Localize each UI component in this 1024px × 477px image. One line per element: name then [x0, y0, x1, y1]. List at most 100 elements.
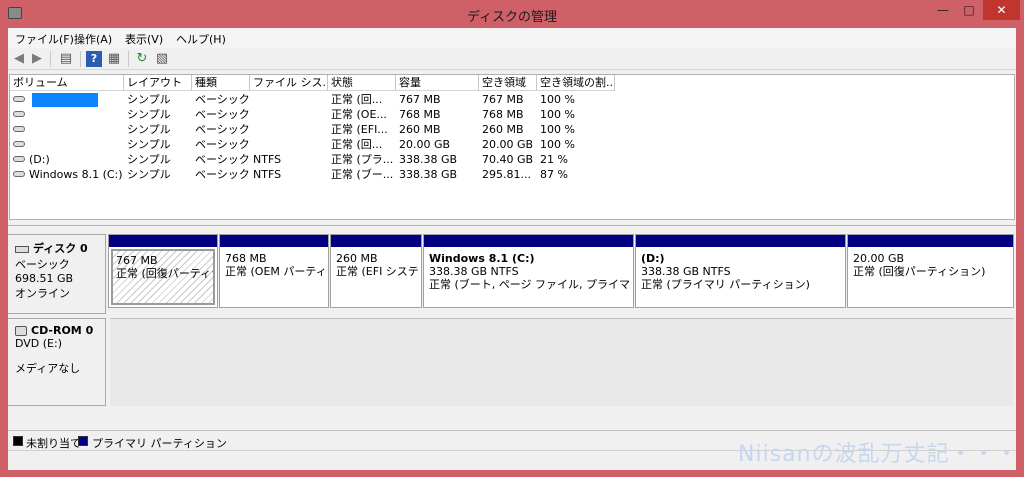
- back-arrow-icon[interactable]: ◀: [11, 51, 27, 67]
- partition-d-drive[interactable]: (D:) 338.38 GB NTFS 正常 (プライマリ パーティション): [635, 234, 846, 308]
- properties-icon[interactable]: ▦: [106, 51, 122, 67]
- volume-capacity: 767 MB: [399, 93, 441, 106]
- volume-filesystem: NTFS: [253, 168, 282, 181]
- volume-type: ベーシック: [195, 123, 250, 136]
- title-bar: ディスクの管理 — □ ✕: [0, 0, 1024, 28]
- primary-partition-bar: [848, 235, 1013, 247]
- volume-name[interactable]: [26, 107, 124, 122]
- cdrom-0-label[interactable]: CD-ROM 0 DVD (E:) メディアなし: [8, 318, 106, 406]
- partition-recovery-2[interactable]: 20.00 GB 正常 (回復パーティション): [847, 234, 1014, 308]
- partition-status: 正常 (回復パーティション): [116, 267, 213, 280]
- unallocated-legend-label: 未割り当て: [26, 437, 81, 450]
- watermark-text: Niisanの波乱万丈記・・・: [738, 442, 1019, 467]
- volume-layout: シンプル: [127, 93, 171, 106]
- column-header-layout[interactable]: レイアウト: [124, 75, 192, 91]
- partition-c-drive[interactable]: Windows 8.1 (C:) 338.38 GB NTFS 正常 (ブート,…: [423, 234, 634, 308]
- partition-status: 正常 (プライマリ パーティション): [641, 278, 810, 291]
- menu-bar: ファイル(F) 操作(A) 表示(V) ヘルプ(H): [8, 28, 1016, 48]
- pane-splitter[interactable]: [8, 220, 1016, 226]
- menu-file[interactable]: ファイル(F): [15, 31, 74, 47]
- volume-name[interactable]: [26, 92, 124, 107]
- volume-layout: シンプル: [127, 123, 171, 136]
- disk-0-name: ディスク 0: [33, 242, 88, 255]
- refresh-icon[interactable]: ↻: [134, 51, 150, 67]
- menu-action[interactable]: 操作(A): [74, 31, 112, 47]
- maximize-button[interactable]: □: [956, 0, 982, 20]
- partition-oem[interactable]: 768 MB 正常 (OEM パーティション): [219, 234, 329, 308]
- partition-size: 20.00 GB: [853, 252, 905, 265]
- volume-free: 260 MB: [482, 123, 524, 136]
- column-header-filesystem[interactable]: ファイル シス...: [250, 75, 328, 91]
- unallocated-legend-swatch: [13, 436, 23, 446]
- volume-filesystem: NTFS: [253, 153, 282, 166]
- window-title: ディスクの管理: [466, 10, 558, 25]
- hard-disk-icon: [15, 245, 29, 253]
- volume-status: 正常 (OE...: [331, 108, 387, 121]
- column-header-free[interactable]: 空き領域: [479, 75, 537, 91]
- console-tree-icon[interactable]: ▤: [58, 51, 74, 67]
- partition-label: Windows 8.1 (C:): [429, 252, 535, 265]
- volume-type: ベーシック: [195, 168, 250, 181]
- column-header-type[interactable]: 種類: [192, 75, 250, 91]
- volume-percent-free: 100 %: [540, 108, 575, 121]
- close-button[interactable]: ✕: [983, 0, 1020, 20]
- volume-percent-free: 100 %: [540, 123, 575, 136]
- volume-status: 正常 (プラ...: [331, 153, 394, 166]
- volume-name[interactable]: [26, 137, 124, 152]
- volume-status: 正常 (回...: [331, 93, 383, 106]
- volume-free: 70.40 GB: [482, 153, 534, 166]
- volume-status: 正常 (ブー...: [331, 168, 394, 181]
- partition-info: 260 MB 正常 (EFI システム パーティション): [333, 249, 419, 305]
- disk-0-status: オンライン: [15, 287, 70, 300]
- disk-0-name-row: ディスク 0: [15, 240, 105, 256]
- volume-status: 正常 (EFI...: [331, 123, 388, 136]
- cdrom-0-media-area: [110, 318, 1014, 406]
- volume-capacity: 260 MB: [399, 123, 441, 136]
- volume-name[interactable]: [26, 122, 124, 137]
- volume-icon: [13, 141, 25, 147]
- volume-icon: [13, 126, 25, 132]
- partition-status: 正常 (ブート, ページ ファイル, プライマリ パーティション): [429, 278, 631, 291]
- help-icon[interactable]: ?: [86, 51, 102, 67]
- volume-name[interactable]: (D:): [26, 152, 124, 167]
- partition-size: 338.38 GB NTFS: [641, 265, 731, 278]
- menu-help[interactable]: ヘルプ(H): [176, 31, 226, 47]
- toolbar: ◀ ▶ ▤ ? ▦ ↻ ▧: [8, 48, 1016, 70]
- volume-type: ベーシック: [195, 153, 250, 166]
- volume-capacity: 768 MB: [399, 108, 441, 121]
- volume-icon: [13, 156, 25, 162]
- toolbar-separator: [50, 51, 51, 67]
- volume-icon: [13, 96, 25, 102]
- volume-percent-free: 100 %: [540, 93, 575, 106]
- partition-label: (D:): [641, 252, 665, 265]
- volume-free: 295.81...: [482, 168, 531, 181]
- toolbar-separator: [128, 51, 129, 67]
- toolbar-separator: [80, 51, 81, 67]
- cd-drive-icon: [15, 326, 27, 336]
- partition-size: 767 MB: [116, 254, 158, 267]
- volume-percent-free: 87 %: [540, 168, 568, 181]
- volume-name[interactable]: Windows 8.1 (C:): [26, 167, 124, 182]
- column-header-percent-free[interactable]: 空き領域の割...: [537, 75, 615, 91]
- volume-icon: [13, 111, 25, 117]
- column-header-volume[interactable]: ボリューム: [10, 75, 124, 91]
- forward-arrow-icon[interactable]: ▶: [29, 51, 45, 67]
- partition-status: 正常 (OEM パーティション): [225, 265, 326, 278]
- menu-view[interactable]: 表示(V): [125, 31, 163, 47]
- column-header-capacity[interactable]: 容量: [396, 75, 479, 91]
- disk-0-type: ベーシック: [15, 258, 70, 271]
- volume-type: ベーシック: [195, 93, 250, 106]
- cdrom-0-drive: DVD (E:): [15, 337, 63, 350]
- client-area: ファイル(F) 操作(A) 表示(V) ヘルプ(H) ◀ ▶ ▤ ? ▦ ↻ ▧…: [8, 28, 1016, 470]
- volume-capacity: 20.00 GB: [399, 138, 451, 151]
- volume-list: ボリューム レイアウト 種類 ファイル シス... 状態 容量 空き領域 空き領…: [9, 74, 1015, 220]
- volume-layout: シンプル: [127, 168, 171, 181]
- volume-icon: [13, 171, 25, 177]
- column-header-status[interactable]: 状態: [328, 75, 396, 91]
- partition-efi[interactable]: 260 MB 正常 (EFI システム パーティション): [330, 234, 422, 308]
- partition-recovery-1[interactable]: 767 MB 正常 (回復パーティション): [108, 234, 218, 308]
- export-list-icon[interactable]: ▧: [154, 51, 170, 67]
- volume-percent-free: 21 %: [540, 153, 568, 166]
- disk-0-label[interactable]: ディスク 0 ベーシック 698.51 GB オンライン: [8, 234, 106, 314]
- minimize-button[interactable]: —: [930, 0, 956, 20]
